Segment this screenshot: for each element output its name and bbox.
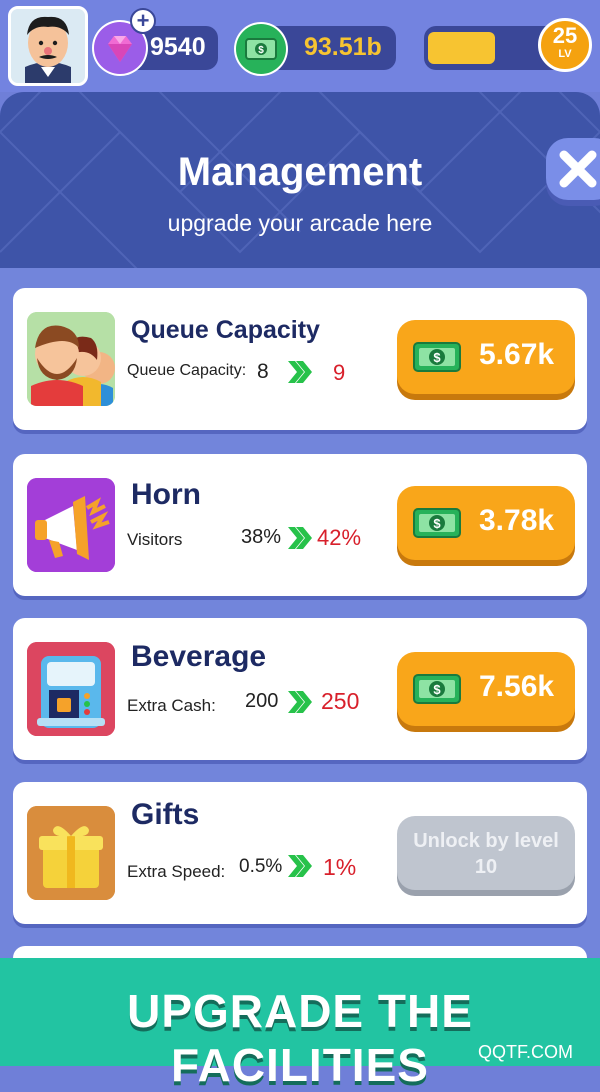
stat-next-value: 9: [333, 360, 346, 385]
stat-label: Visitors: [127, 530, 183, 549]
stat-current-value: 200: [245, 690, 279, 712]
upgrade-card-gifts: Gifts Extra Speed: 0.5% 1% Unlock by lev…: [13, 782, 587, 924]
stat-next-value: 1%: [323, 854, 357, 880]
page-title: Management: [177, 150, 423, 194]
double-chevron-right-icon: [288, 527, 312, 549]
close-button[interactable]: [546, 138, 600, 200]
locked-upgrade-button[interactable]: Unlock by level 10: [397, 816, 575, 890]
upgrade-title: Gifts: [131, 798, 200, 831]
add-gems-button[interactable]: +: [130, 8, 156, 34]
upgrade-price: 3.78k: [479, 504, 555, 537]
upgrade-price: 7.56k: [479, 670, 555, 703]
stat-current-value: 8: [257, 360, 269, 383]
double-chevron-right-icon: [288, 361, 312, 383]
level-badge: 25 LV: [538, 18, 592, 72]
player-avatar[interactable]: [8, 6, 88, 86]
upgrade-title: Beverage: [131, 640, 267, 673]
stat-next-value: 250: [321, 688, 360, 714]
level-number: 25: [552, 23, 578, 48]
top-hud: 9540 + 93.51b $ 25 LV: [0, 0, 600, 92]
stat-label: Extra Cash:: [127, 696, 216, 715]
dollar-bill-icon: $: [413, 674, 461, 704]
gems-value: 9540: [150, 33, 206, 61]
svg-text:$: $: [258, 45, 264, 56]
upgrade-title: Horn: [131, 478, 201, 511]
cash-value: 93.51b: [304, 33, 382, 61]
double-chevron-right-icon: [288, 855, 312, 877]
page-subtitle: upgrade your arcade here: [167, 210, 433, 236]
dollar-bill-icon: $: [234, 22, 288, 76]
stat-next-value: 42%: [317, 525, 362, 550]
svg-text:$: $: [433, 682, 441, 697]
double-chevron-right-icon: [288, 691, 312, 713]
upgrade-title: Queue Capacity: [131, 316, 320, 344]
level-label: LV: [558, 48, 572, 60]
people-queue-icon: [27, 312, 115, 406]
upgrade-card-beverage: Beverage Extra Cash: 200 250 $ 7.56k: [13, 618, 587, 760]
stat-label: Extra Speed:: [127, 862, 226, 881]
close-icon: [559, 150, 597, 188]
upgrade-buy-button[interactable]: $ 7.56k: [397, 652, 575, 726]
promo-banner-text: UPGRADE THE FACILITIES: [127, 985, 473, 1091]
unlock-requirement-text: Unlock by level: [413, 830, 559, 852]
xp-bar-fill: [428, 32, 495, 64]
dollar-bill-icon: $: [413, 342, 461, 372]
upgrade-buy-button[interactable]: $ 5.67k: [397, 320, 575, 394]
upgrade-card-horn: Horn Visitors 38% 42% $ 3.78k: [13, 454, 587, 596]
management-header: Management upgrade your arcade here: [0, 92, 600, 268]
gift-box-icon: [27, 806, 115, 900]
stat-label: Queue Capacity:: [127, 362, 247, 379]
stat-current-value: 38%: [241, 526, 282, 548]
dollar-bill-icon: $: [413, 508, 461, 538]
megaphone-icon: [27, 478, 115, 572]
upgrade-buy-button[interactable]: $ 3.78k: [397, 486, 575, 560]
svg-text:$: $: [433, 516, 441, 531]
unlock-level-number: 10: [474, 856, 498, 878]
upgrade-card-queue-capacity: Queue Capacity Queue Capacity: 8 9 $ 5.6…: [13, 288, 587, 430]
svg-text:$: $: [433, 350, 441, 365]
upgrade-price: 5.67k: [479, 338, 555, 371]
manager-face-icon: [11, 9, 85, 83]
stat-current-value: 0.5%: [239, 856, 283, 877]
coffee-machine-icon: [27, 642, 115, 736]
watermark: QQTF.COM: [478, 1042, 573, 1062]
